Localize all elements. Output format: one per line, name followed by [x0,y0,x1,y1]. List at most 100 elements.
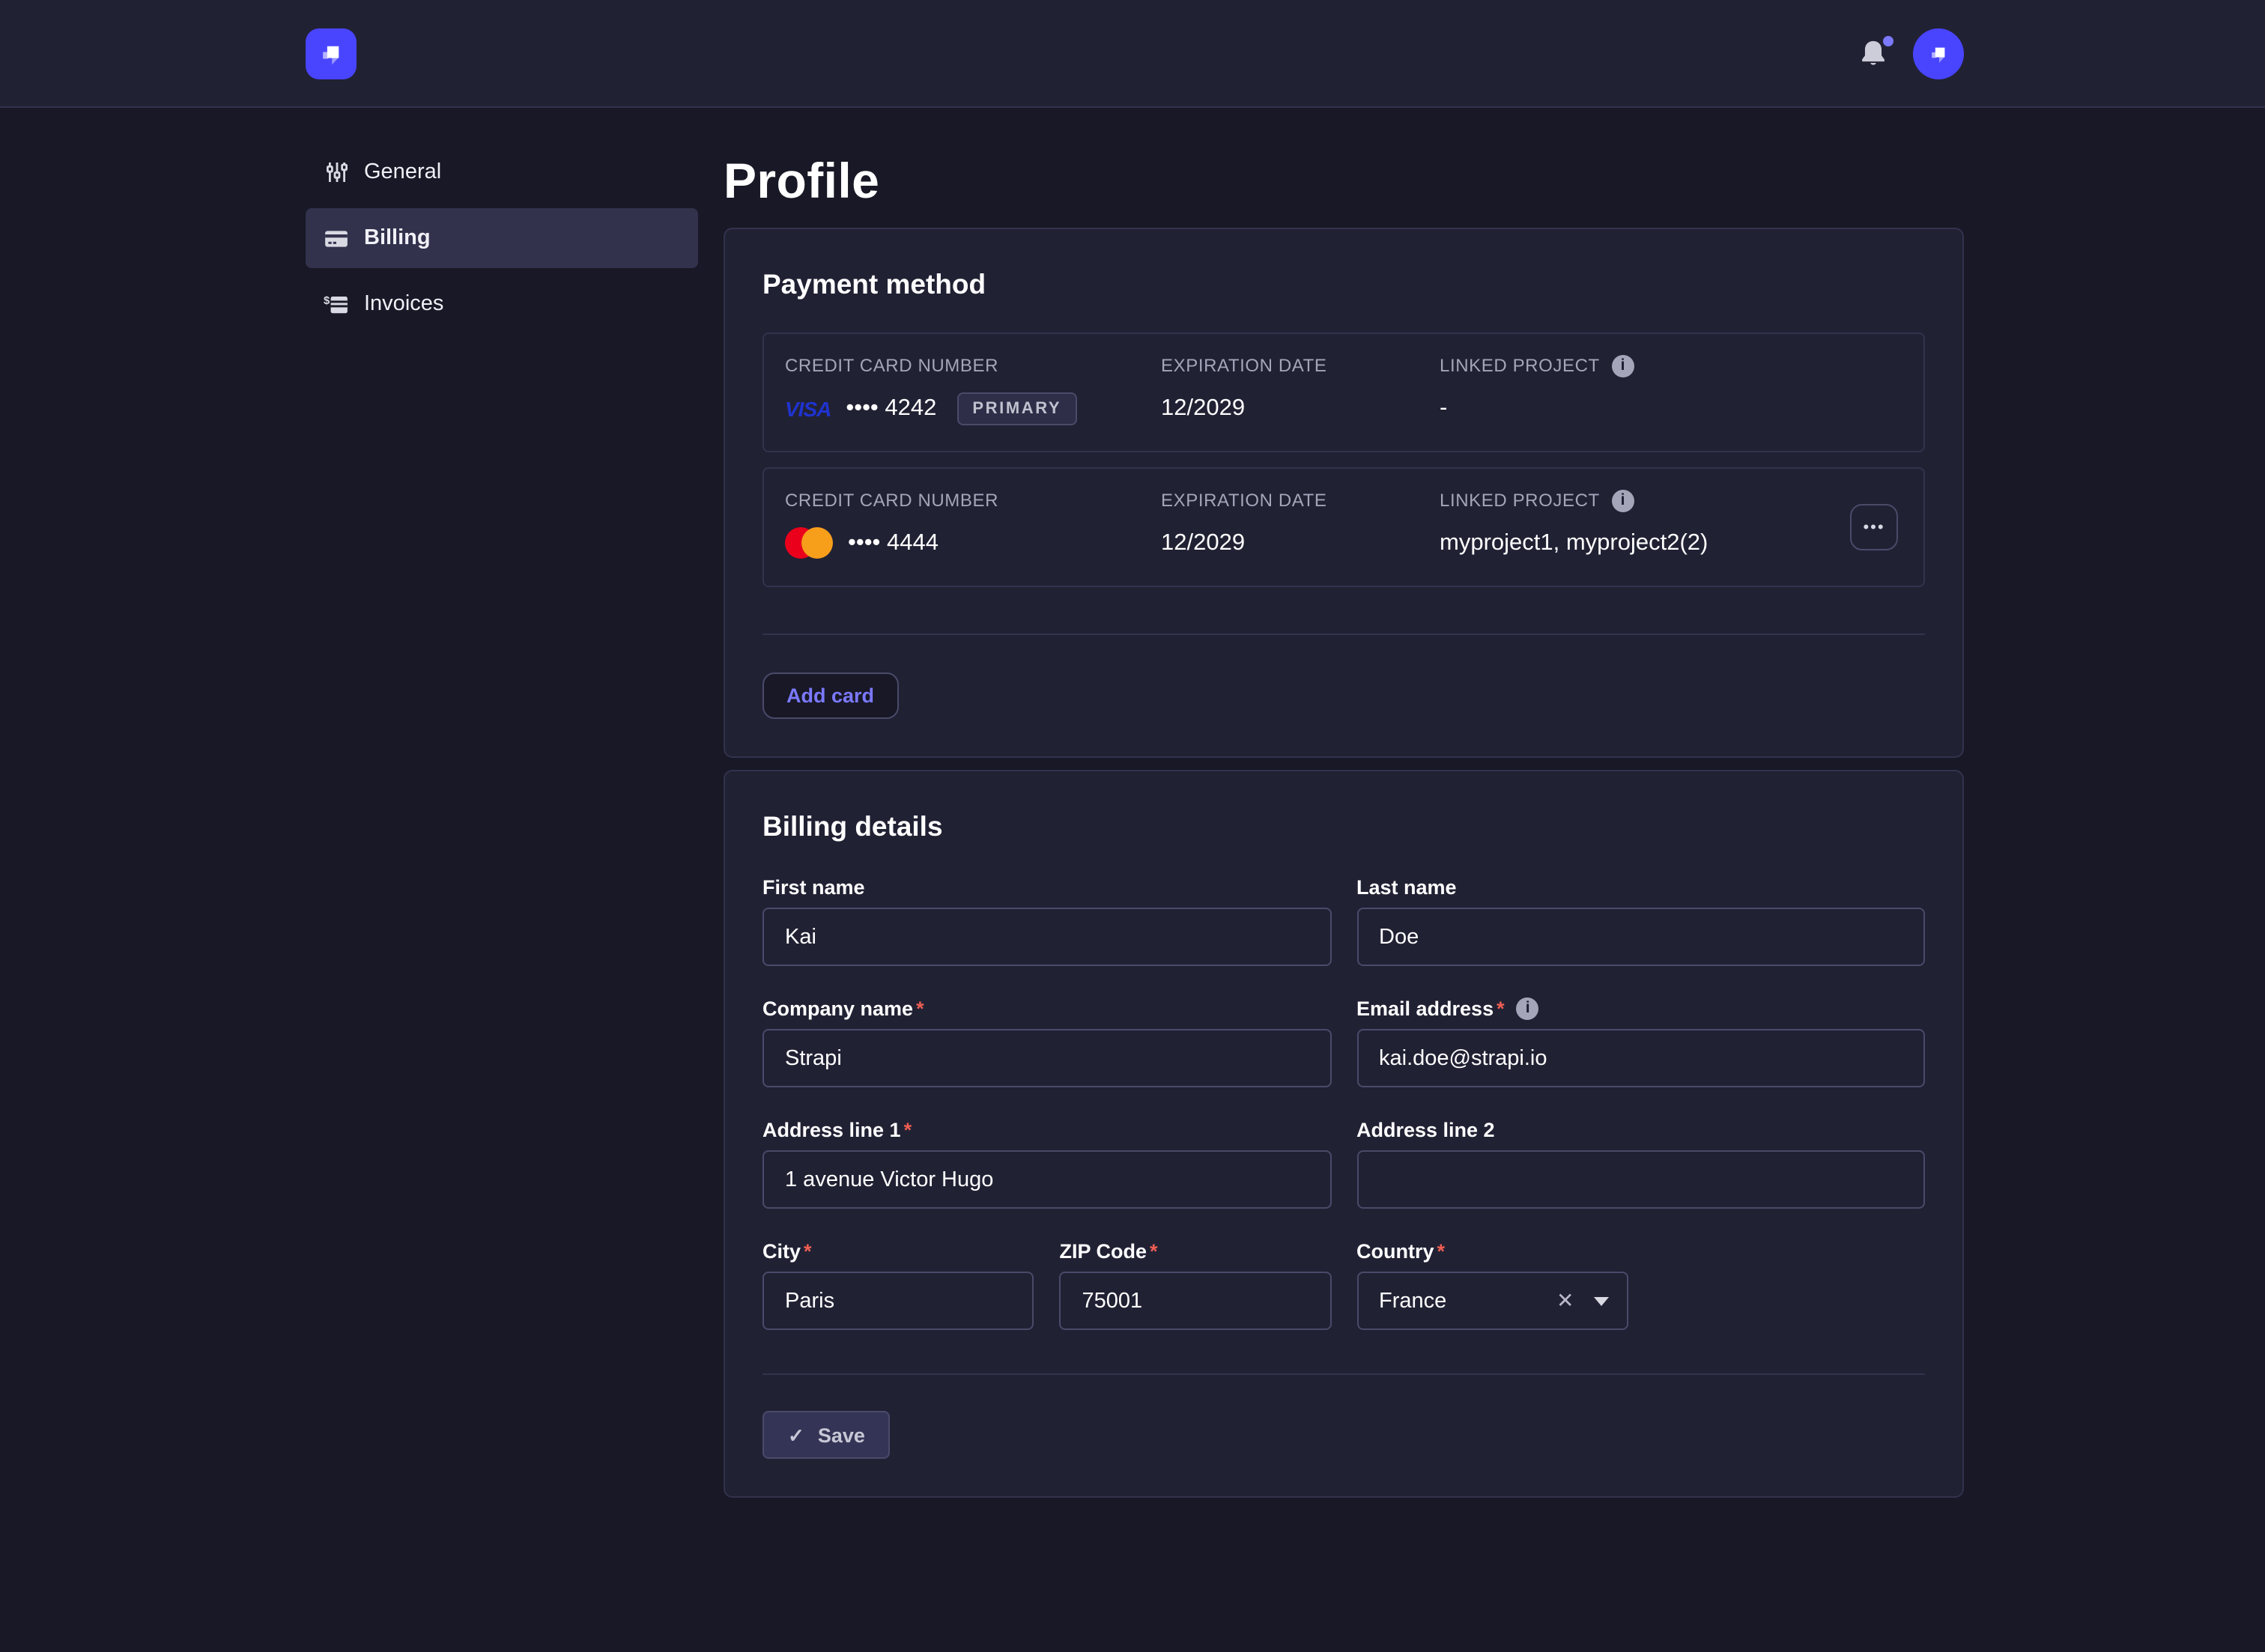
address-line-2-field: Address line 2 [1356,1119,1925,1209]
invoice-icon: $ [324,291,349,317]
payment-card-row-visa: CREDIT CARD NUMBER EXPIRATION DATE LINKE… [762,332,1925,452]
strapi-logo[interactable] [306,28,357,79]
first-name-field: First name [762,876,1331,966]
top-bar-actions [1859,28,1964,79]
visa-card-value: VISA •••• 4242 PRIMARY [785,392,1161,425]
avatar-logo-icon [1925,40,1952,67]
last-name-input[interactable] [1356,908,1925,966]
linked-project-header: LINKED PROJECT i [1440,490,1902,512]
billing-form: First name Last name Company name [762,876,1925,1330]
clear-icon[interactable]: ✕ [1556,1288,1574,1314]
email-input[interactable] [1356,1029,1925,1087]
zip-code-label-text: ZIP Code [1060,1240,1147,1263]
info-icon[interactable]: i [1612,490,1634,512]
main-content: Profile Payment method CREDIT CARD NUMBE… [724,153,1964,1558]
top-bar-inner [306,28,1964,79]
country-field: Country * France ✕ [1356,1240,1628,1330]
expiration-value: 12/2029 [1161,530,1440,557]
zip-code-input[interactable] [1060,1272,1332,1330]
notifications-button[interactable] [1859,38,1889,68]
required-asterisk: * [1497,997,1505,1020]
expiration-date-header: EXPIRATION DATE [1161,355,1440,376]
address-line-2-label: Address line 2 [1356,1119,1925,1141]
sidebar-item-billing[interactable]: Billing [306,208,698,268]
notification-dot [1883,35,1893,46]
city-input[interactable] [762,1272,1034,1330]
payment-card-row-mastercard: CREDIT CARD NUMBER EXPIRATION DATE LINKE… [762,467,1925,587]
zip-code-field: ZIP Code * [1060,1240,1332,1330]
linked-project-value: myproject1, myproject2(2) [1440,530,1902,557]
payment-divider [762,634,1925,635]
country-value: France [1379,1289,1556,1313]
sliders-icon [324,160,349,185]
visa-logo-icon: VISA [785,396,831,420]
check-icon: ✓ [788,1425,804,1445]
save-button-label: Save [818,1424,865,1446]
card-actions-menu-button[interactable]: ••• [1850,504,1898,550]
first-name-input[interactable] [762,908,1331,966]
address-line-1-label-text: Address line 1 [762,1119,901,1141]
svg-text:$: $ [324,294,330,306]
address-line-1-label: Address line 1 * [762,1119,1331,1141]
save-button[interactable]: ✓ Save [762,1411,891,1459]
email-field: Email address * i [1356,997,1925,1087]
payment-rows: CREDIT CARD NUMBER EXPIRATION DATE LINKE… [762,332,1925,587]
page-title: Profile [724,153,1964,210]
address-line-2-label-text: Address line 2 [1356,1119,1495,1141]
content-shell: General Billing $ [306,108,1964,1558]
required-asterisk: * [1150,1240,1158,1263]
payment-method-title: Payment method [762,267,1925,303]
user-avatar[interactable] [1913,28,1964,79]
email-label: Email address * i [1356,997,1925,1020]
sidebar-item-invoices[interactable]: $ Invoices [306,274,698,334]
info-icon[interactable]: i [1517,997,1539,1020]
expiration-date-header: EXPIRATION DATE [1161,491,1440,511]
settings-sidebar: General Billing $ [306,142,698,340]
billing-details-title: Billing details [762,809,1925,845]
last-name-label: Last name [1356,876,1925,899]
required-asterisk: * [916,997,924,1020]
company-name-input[interactable] [762,1029,1331,1087]
country-select[interactable]: France ✕ [1356,1272,1628,1330]
country-label-text: Country [1356,1240,1434,1263]
credit-card-number-header: CREDIT CARD NUMBER [785,491,1161,511]
first-name-label: First name [762,876,1331,899]
sidebar-item-label: Billing [364,226,431,250]
email-label-text: Email address [1356,997,1494,1020]
city-label-text: City [762,1240,801,1263]
required-asterisk: * [904,1119,912,1141]
last-name-label-text: Last name [1356,876,1457,899]
sidebar-item-general[interactable]: General [306,142,698,202]
app-root: General Billing $ [0,0,2265,1652]
first-name-label-text: First name [762,876,865,899]
city-zip-row: City * ZIP Code * [762,1240,1331,1330]
address-line-1-field: Address line 1 * [762,1119,1331,1209]
company-name-label: Company name * [762,997,1331,1020]
primary-badge: PRIMARY [957,392,1076,425]
expiration-value: 12/2029 [1161,395,1440,422]
company-name-label-text: Company name [762,997,913,1020]
top-bar [0,0,2265,108]
linked-project-header-text: LINKED PROJECT [1440,355,1600,376]
form-divider [762,1373,1925,1375]
zip-code-label: ZIP Code * [1060,1240,1332,1263]
city-field: City * [762,1240,1034,1330]
add-card-button[interactable]: Add card [762,672,898,719]
payment-method-card: Payment method CREDIT CARD NUMBER EXPIRA… [724,228,1964,758]
required-asterisk: * [804,1240,812,1263]
mastercard-card-value: •••• 4444 [785,528,1161,559]
address-line-2-input[interactable] [1356,1150,1925,1209]
info-icon[interactable]: i [1612,354,1634,377]
linked-project-value: - [1440,395,1902,422]
city-label: City * [762,1240,1034,1263]
company-name-field: Company name * [762,997,1331,1087]
linked-project-header-text: LINKED PROJECT [1440,491,1600,511]
sidebar-item-label: General [364,160,441,184]
required-asterisk: * [1437,1240,1446,1263]
address-line-1-input[interactable] [762,1150,1331,1209]
chevron-down-icon[interactable] [1594,1296,1609,1305]
strapi-logo-icon [315,37,348,70]
credit-card-icon [324,225,349,251]
country-label: Country * [1356,1240,1628,1263]
sidebar-item-label: Invoices [364,292,443,316]
